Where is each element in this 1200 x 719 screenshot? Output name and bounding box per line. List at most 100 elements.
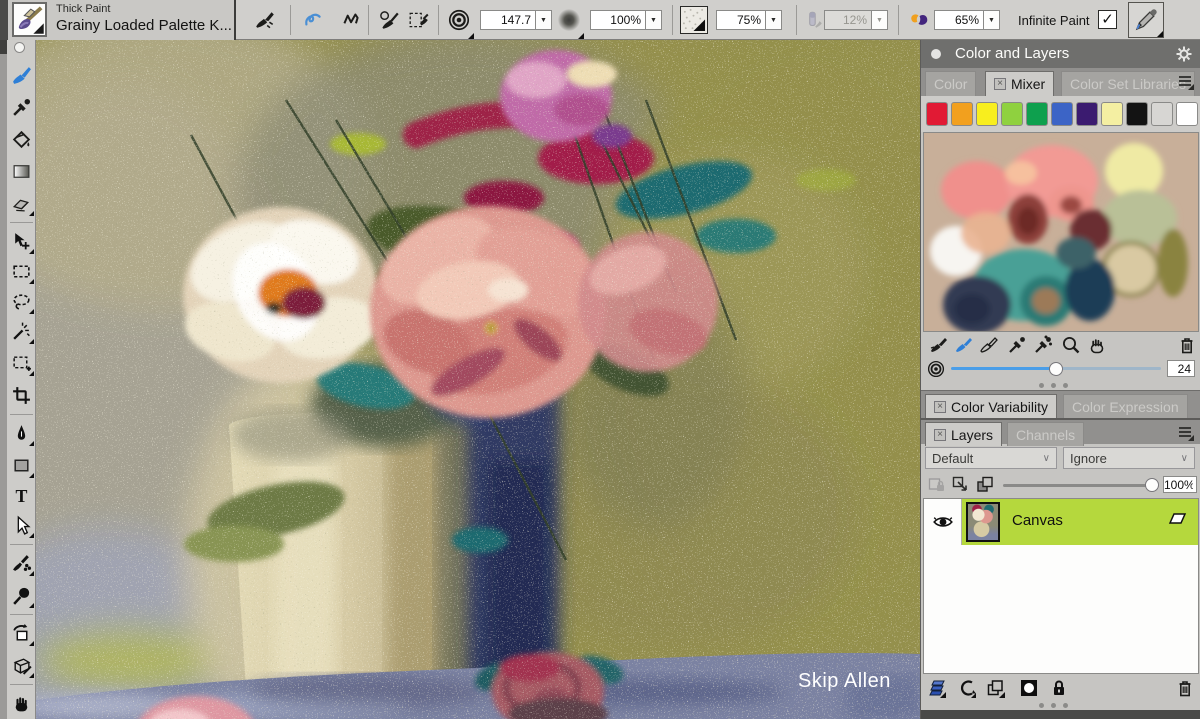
tab-channels[interactable]: Channels: [1007, 422, 1084, 446]
apply-color-icon[interactable]: [952, 333, 976, 357]
composite-method-select[interactable]: Default∨: [925, 447, 1057, 469]
gear-icon[interactable]: [1175, 45, 1193, 63]
eraser-tool[interactable]: [8, 190, 35, 217]
shape-selection-tool[interactable]: [8, 512, 35, 539]
paint-load-field[interactable]: [934, 10, 984, 30]
tab-color[interactable]: Color: [925, 71, 976, 96]
new-layer-mask-icon[interactable]: [1019, 678, 1039, 698]
grabber-tool[interactable]: [8, 690, 35, 717]
tab-color-set-libraries[interactable]: Color Set Libraries: [1061, 71, 1195, 96]
close-tab-icon[interactable]: ×: [934, 401, 946, 413]
mixer-size-knob[interactable]: [1049, 362, 1063, 376]
dodge-tool[interactable]: [8, 582, 35, 609]
brush-selector[interactable]: Thick Paint Grainy Loaded Palette K...: [8, 0, 236, 40]
close-tab-icon[interactable]: ×: [934, 429, 946, 441]
tab-color-variability[interactable]: ×Color Variability: [925, 394, 1057, 419]
tab-layers[interactable]: ×Layers: [925, 422, 1002, 446]
swatch-paleyellow[interactable]: [1101, 102, 1123, 126]
paint-load-icon[interactable]: [906, 7, 932, 33]
panel-options-icon[interactable]: [1177, 74, 1195, 90]
grain-icon[interactable]: [680, 6, 708, 34]
transform-selection-tool[interactable]: [8, 350, 35, 377]
panel-grip[interactable]: [1039, 703, 1068, 708]
mixer-size-field[interactable]: [1167, 360, 1195, 377]
mix-color-icon[interactable]: [977, 333, 1001, 357]
layer-opacity-field[interactable]: [1163, 476, 1197, 493]
eye-icon[interactable]: [932, 513, 954, 531]
document-canvas[interactable]: Skip Allen: [36, 40, 920, 719]
swatch-blue[interactable]: [1051, 102, 1073, 126]
grain-dropdown[interactable]: ▼: [766, 10, 782, 30]
mixer-pan-icon[interactable]: [1085, 333, 1109, 357]
mirror-painting-tool[interactable]: [8, 550, 35, 577]
layer-row-canvas[interactable]: Canvas: [924, 499, 1198, 545]
duplicate-layer-icon[interactable]: [975, 475, 995, 495]
mixer-pad[interactable]: [923, 132, 1199, 332]
swatch-purple[interactable]: [1076, 102, 1098, 126]
size-dropdown[interactable]: ▼: [536, 10, 552, 30]
paint-bucket-tool[interactable]: [8, 126, 35, 153]
paint-load-dropdown[interactable]: ▼: [984, 10, 1000, 30]
swatch-lightgray[interactable]: [1151, 102, 1173, 126]
infinite-paint-checkbox[interactable]: ✓: [1098, 10, 1117, 29]
swatch-green[interactable]: [1026, 102, 1048, 126]
paint-inside-selection-icon[interactable]: [406, 7, 432, 33]
rectangular-selection-tool[interactable]: [8, 258, 35, 285]
text-tool[interactable]: T: [8, 482, 35, 509]
sample-multiple-colors-icon[interactable]: [1031, 333, 1055, 357]
layer-thumbnail[interactable]: [966, 502, 1000, 542]
pick-up-underlying-color-icon[interactable]: [951, 475, 971, 495]
sample-color-icon[interactable]: [1005, 333, 1029, 357]
dynamic-plugins-icon[interactable]: [957, 678, 977, 698]
layer-opacity-track[interactable]: [1003, 484, 1153, 487]
layer-adjuster-tool[interactable]: [8, 228, 35, 255]
toolbox-drag-handle[interactable]: [14, 42, 25, 53]
clone-color-icon[interactable]: [376, 7, 402, 33]
opacity-dropdown[interactable]: ▼: [646, 10, 662, 30]
gradient-tool[interactable]: [8, 158, 35, 185]
tab-mixer[interactable]: ×Mixer: [985, 71, 1054, 96]
crop-tool[interactable]: [8, 382, 35, 409]
close-tab-icon[interactable]: ×: [994, 78, 1006, 90]
swatch-yellow[interactable]: [976, 102, 998, 126]
grain-field[interactable]: [716, 10, 766, 30]
tab-color-expression[interactable]: Color Expression: [1063, 394, 1188, 419]
preserve-transparency-icon[interactable]: [927, 475, 947, 495]
edit-brush-button[interactable]: [1128, 2, 1164, 38]
mixer-zoom-icon[interactable]: [1059, 333, 1083, 357]
rectangle-shape-tool[interactable]: [8, 452, 35, 479]
straight-line-strokes-icon[interactable]: [338, 7, 364, 33]
brush-tool[interactable]: [8, 62, 35, 89]
swatch-white[interactable]: [1176, 102, 1198, 126]
dropper-tool[interactable]: [8, 94, 35, 121]
opacity-flyout-triangle[interactable]: [578, 33, 584, 39]
mixer-size-track[interactable]: [1056, 367, 1161, 370]
opacity-icon[interactable]: [556, 7, 582, 33]
size-flyout-triangle[interactable]: [468, 33, 474, 39]
dirty-brush-icon[interactable]: [927, 333, 951, 357]
rotate-page-tool[interactable]: [8, 620, 35, 647]
lasso-tool[interactable]: [8, 288, 35, 315]
layer-commands-icon[interactable]: [927, 678, 947, 698]
layer-visibility-cell[interactable]: [924, 499, 962, 545]
freehand-strokes-icon[interactable]: [300, 7, 326, 33]
layer-opacity-knob[interactable]: [1145, 478, 1159, 492]
pen-tool[interactable]: [8, 420, 35, 447]
new-layer-icon[interactable]: [985, 678, 1005, 698]
swatch-yellowgreen[interactable]: [1001, 102, 1023, 126]
magic-wand-tool[interactable]: [8, 318, 35, 345]
panel-header[interactable]: Color and Layers: [921, 40, 1200, 68]
swatch-black[interactable]: [1126, 102, 1148, 126]
mixer-brush-size-icon[interactable]: [927, 360, 945, 378]
perspective-guides-tool[interactable]: [8, 652, 35, 679]
swatch-orange[interactable]: [951, 102, 973, 126]
size-icon[interactable]: [446, 7, 472, 33]
delete-layer-trash-icon[interactable]: [1175, 678, 1195, 698]
clear-mixer-pad-trash-icon[interactable]: [1175, 333, 1199, 357]
swatch-red[interactable]: [926, 102, 948, 126]
opacity-field[interactable]: [590, 10, 646, 30]
composite-depth-select[interactable]: Ignore∨: [1063, 447, 1195, 469]
size-field[interactable]: [480, 10, 536, 30]
lock-layer-icon[interactable]: [1049, 678, 1069, 698]
mixer-size-track-filled[interactable]: [951, 367, 1056, 370]
